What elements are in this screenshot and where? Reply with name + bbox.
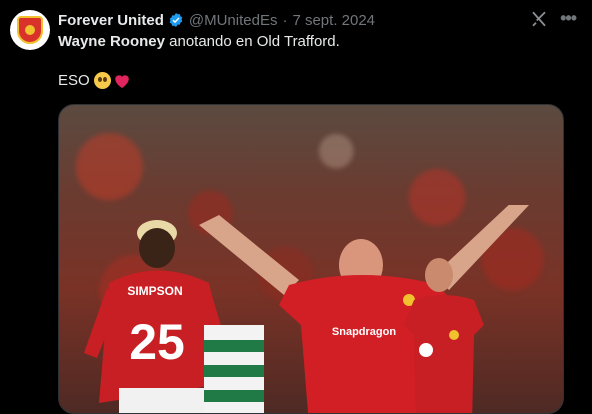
tweet-text-bold: Wayne Rooney: [58, 33, 165, 50]
more-icon[interactable]: •••: [560, 8, 577, 29]
verified-badge-icon: [169, 13, 183, 27]
grok-icon[interactable]: [530, 10, 548, 28]
tweet-text-line-1: Wayne Rooney anotando en Old Trafford.: [58, 33, 340, 50]
author-name[interactable]: Forever United: [58, 12, 164, 29]
avatar[interactable]: [10, 10, 50, 50]
tweet[interactable]: Forever United @MUnitedEs · 7 sept. 2024…: [0, 0, 592, 414]
tweet-text-eso: ESO: [58, 72, 90, 89]
tweet-date[interactable]: 7 sept. 2024: [292, 12, 375, 29]
tweet-photo[interactable]: SIMPSON 25 Snapdragon: [58, 104, 564, 414]
separator: ·: [282, 11, 288, 29]
shirt-sponsor: Snapdragon: [332, 326, 396, 338]
tweet-text-line-2: ESO: [58, 72, 131, 89]
shirt-number: 25: [129, 314, 185, 370]
pleading-face-emoji-icon: [93, 72, 111, 89]
red-heart-emoji-icon: [114, 75, 129, 88]
club-crest-icon: [17, 16, 43, 44]
tweet-header: Forever United @MUnitedEs · 7 sept. 2024: [58, 10, 375, 30]
teammate-player: [404, 258, 484, 413]
shirt-name: SIMPSON: [127, 284, 182, 298]
author-handle[interactable]: @MUnitedEs: [189, 12, 278, 29]
tweet-text-rest: anotando en Old Trafford.: [164, 33, 340, 50]
